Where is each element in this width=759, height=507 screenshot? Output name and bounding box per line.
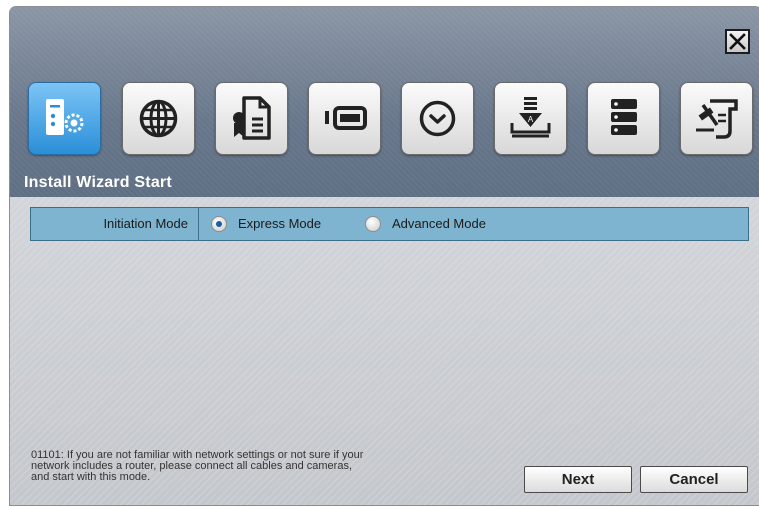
step-network[interactable] <box>122 82 195 155</box>
help-text: 01101: If you are not familiar with netw… <box>31 450 421 483</box>
wizard-title: Install Wizard Start <box>24 174 172 191</box>
svg-text:A: A <box>528 115 534 124</box>
step-time[interactable] <box>401 82 474 155</box>
step-camera[interactable] <box>308 82 381 155</box>
step-license[interactable] <box>215 82 288 155</box>
server-rack-icon <box>611 99 637 135</box>
clock-icon <box>419 100 456 137</box>
close-button[interactable] <box>725 29 750 54</box>
express-mode-radio[interactable] <box>211 216 227 232</box>
close-icon <box>729 33 746 50</box>
step-tools[interactable] <box>680 82 753 155</box>
cancel-button[interactable]: Cancel <box>640 466 748 493</box>
advanced-mode-label: Advanced Mode <box>392 216 486 231</box>
dvr-settings-icon <box>46 99 84 135</box>
express-mode-label: Express Mode <box>238 216 322 231</box>
next-button[interactable]: Next <box>524 466 632 493</box>
tools-icon <box>696 99 738 139</box>
initiation-mode-label: Initiation Mode <box>31 208 199 240</box>
initiation-mode-row: Initiation Mode Express Mode Advanced Mo… <box>30 207 749 241</box>
step-dvr-settings[interactable] <box>28 82 101 155</box>
step-storage[interactable]: A <box>494 82 567 155</box>
camera-icon <box>325 106 367 130</box>
license-certificate-icon <box>233 96 271 140</box>
help-text-line: and start with this mode. <box>31 471 151 483</box>
network-globe-icon <box>139 99 178 138</box>
advanced-mode-radio[interactable] <box>365 216 381 232</box>
step-storage-rack[interactable] <box>587 82 660 155</box>
install-wizard-window: A Install Wizard Start Initiation Mode E… <box>10 7 759 505</box>
storage-install-icon: A <box>510 97 551 138</box>
